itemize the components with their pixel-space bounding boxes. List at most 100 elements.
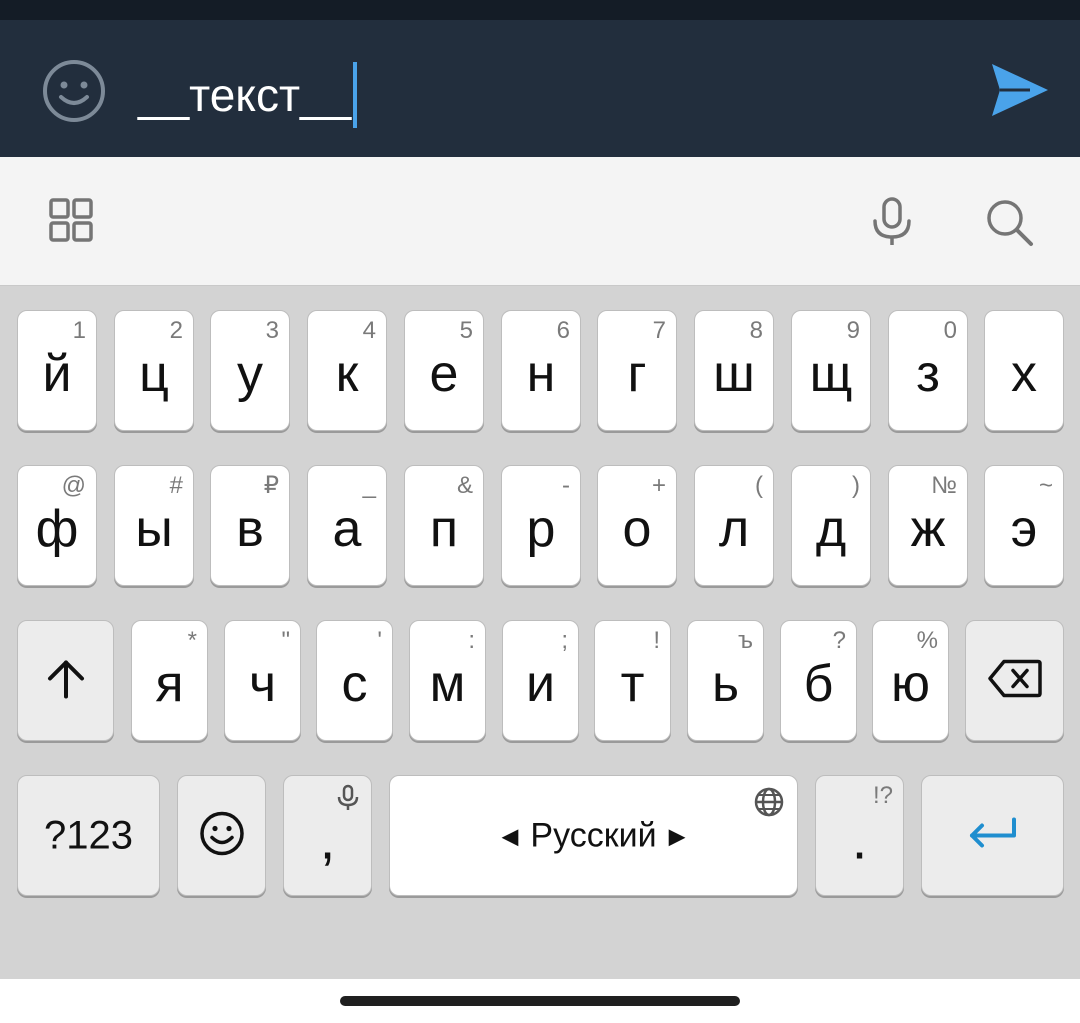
shift-key[interactable]	[17, 620, 114, 741]
key-щ[interactable]: 9 щ	[791, 310, 871, 431]
text-cursor	[353, 62, 358, 128]
key-hint: '	[377, 627, 382, 654]
comma-key[interactable]: ,	[283, 775, 372, 896]
key-label: н	[526, 344, 556, 403]
key-label: й	[42, 344, 72, 403]
key-л[interactable]: ( л	[694, 465, 774, 586]
space-key[interactable]: ◀ Русский ▶	[389, 775, 798, 896]
key-hint: %	[916, 627, 938, 654]
key-hint: 7	[652, 317, 666, 344]
key-hint: ;	[561, 627, 568, 654]
key-ф[interactable]: @ ф	[17, 465, 97, 586]
key-label: ч	[248, 654, 277, 713]
period-key-hint: !?	[872, 782, 893, 809]
key-ю[interactable]: % ю	[872, 620, 949, 741]
key-hint: ₽	[263, 472, 279, 499]
key-label: а	[332, 499, 362, 558]
caret-right-icon: ▶	[668, 823, 686, 848]
key-и[interactable]: ; и	[502, 620, 579, 741]
message-input[interactable]: __текст__	[138, 60, 358, 130]
key-hint: 4	[362, 317, 376, 344]
key-hint: ъ	[738, 627, 753, 654]
key-label: ж	[910, 499, 946, 558]
key-label: щ	[809, 344, 853, 403]
key-label: э	[1010, 499, 1038, 558]
key-label: ц	[139, 344, 169, 403]
key-н[interactable]: 6 н	[501, 310, 581, 431]
microphone-icon[interactable]	[864, 195, 920, 251]
shift-arrow-icon	[44, 656, 88, 705]
key-ш[interactable]: 8 ш	[694, 310, 774, 431]
key-к[interactable]: 4 к	[307, 310, 387, 431]
key-label: у	[237, 344, 263, 403]
key-д[interactable]: ) д	[791, 465, 871, 586]
key-label: д	[815, 499, 847, 558]
key-hint: 5	[459, 317, 473, 344]
key-hint: ?	[832, 627, 846, 654]
key-в[interactable]: ₽ в	[210, 465, 290, 586]
key-р[interactable]: - р	[501, 465, 581, 586]
key-hint: 0	[943, 317, 957, 344]
key-б[interactable]: ? б	[780, 620, 857, 741]
backspace-key[interactable]	[965, 620, 1064, 741]
grid-apps-icon[interactable]	[46, 195, 102, 251]
key-с[interactable]: ' с	[316, 620, 393, 741]
key-label: ш	[713, 344, 755, 403]
key-ы[interactable]: # ы	[114, 465, 194, 586]
key-ч[interactable]: " ч	[224, 620, 301, 741]
key-label: е	[429, 344, 459, 403]
key-hint: +	[651, 472, 666, 499]
key-label: м	[429, 654, 466, 713]
key-label: о	[622, 499, 652, 558]
key-hint: @	[61, 472, 86, 499]
key-й[interactable]: 1 й	[17, 310, 97, 431]
key-а[interactable]: _ а	[307, 465, 387, 586]
key-о[interactable]: + о	[597, 465, 677, 586]
smiley-face-icon	[199, 810, 245, 861]
period-key[interactable]: !? .	[815, 775, 904, 896]
home-gesture-pill[interactable]	[340, 996, 740, 1006]
key-label: л	[718, 499, 750, 558]
message-text: __текст__	[138, 69, 352, 121]
key-ь[interactable]: ъ ь	[687, 620, 764, 741]
smiley-face-icon[interactable]	[42, 59, 106, 123]
space-key-label: ◀ Русский ▶	[390, 816, 797, 855]
key-я[interactable]: * я	[131, 620, 208, 741]
send-arrow-icon[interactable]	[990, 62, 1050, 118]
key-hint: -	[562, 472, 570, 499]
key-label: г	[627, 344, 647, 403]
key-hint: :	[468, 627, 475, 654]
key-hint: 9	[846, 317, 860, 344]
keyboard: 1 й 2 ц 3 у 4 к 5 е 6 н 7 г 8 ш 9 щ 0 з …	[0, 286, 1080, 979]
symbols-key[interactable]: ?123	[17, 775, 160, 896]
key-hint: #	[169, 472, 183, 499]
key-е[interactable]: 5 е	[404, 310, 484, 431]
backspace-icon	[987, 658, 1042, 703]
key-label: к	[335, 344, 359, 403]
key-label: р	[526, 499, 556, 558]
key-hint: 6	[556, 317, 570, 344]
key-hint: 1	[72, 317, 86, 344]
key-label: б	[803, 654, 834, 713]
key-п[interactable]: & п	[404, 465, 484, 586]
key-т[interactable]: ! т	[594, 620, 671, 741]
key-hint: №	[931, 472, 957, 499]
key-э[interactable]: ~ э	[984, 465, 1064, 586]
emoji-key[interactable]	[177, 775, 266, 896]
period-key-label: .	[851, 806, 868, 870]
key-ц[interactable]: 2 ц	[114, 310, 194, 431]
key-у[interactable]: 3 у	[210, 310, 290, 431]
key-г[interactable]: 7 г	[597, 310, 677, 431]
key-label: ю	[891, 654, 930, 713]
search-icon[interactable]	[982, 195, 1038, 251]
caret-left-icon: ◀	[501, 823, 519, 848]
enter-key[interactable]	[921, 775, 1064, 896]
key-з[interactable]: 0 з	[888, 310, 968, 431]
comma-key-label: ,	[319, 806, 336, 870]
key-м[interactable]: : м	[409, 620, 486, 741]
message-compose-bar: __текст__	[0, 20, 1080, 157]
key-hint: 2	[169, 317, 183, 344]
keyboard-toolbar	[0, 157, 1080, 286]
key-х[interactable]: х	[984, 310, 1064, 431]
key-ж[interactable]: № ж	[888, 465, 968, 586]
